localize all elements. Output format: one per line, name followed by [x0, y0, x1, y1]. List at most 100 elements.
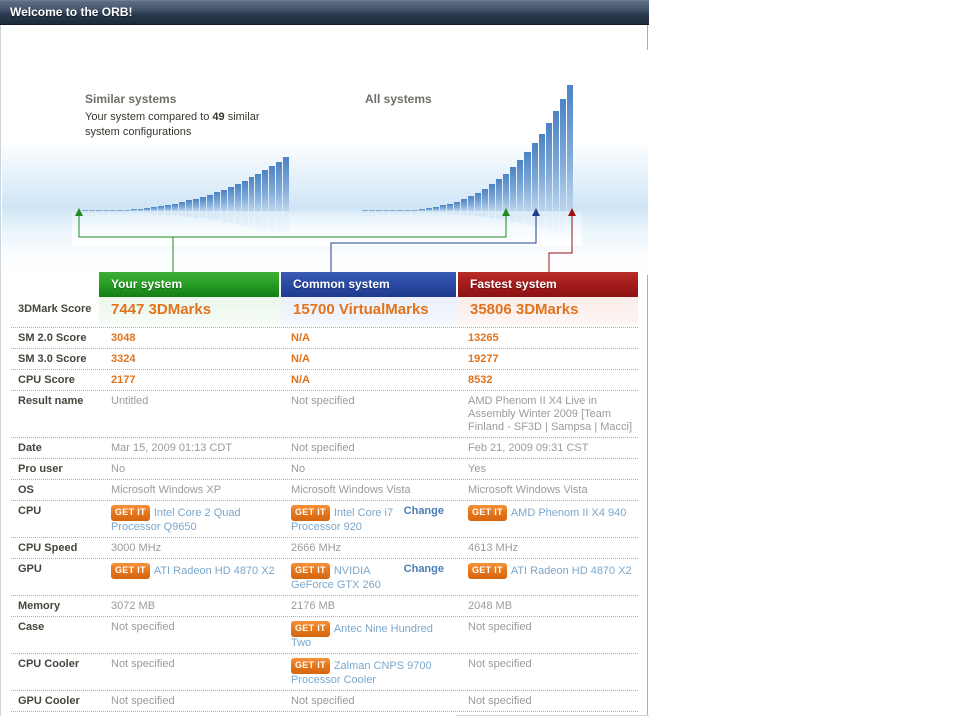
score-value: 19277: [468, 353, 499, 365]
get-it-badge[interactable]: GET IT: [291, 505, 330, 521]
distribution-bar: [404, 210, 411, 211]
row-label: SM 2.0 Score: [18, 332, 87, 344]
get-it-badge[interactable]: GET IT: [468, 563, 507, 579]
cell-your: 3072 MB: [99, 596, 281, 616]
distribution-bar: [206, 195, 213, 211]
score-value: 13265: [468, 332, 499, 344]
window-titlebar: Welcome to the ORB!: [0, 0, 649, 25]
value-text: 4613 MHz: [468, 542, 519, 554]
product-link[interactable]: ATI Radeon HD 4870 X2: [511, 565, 632, 577]
distribution-bar: [383, 210, 390, 211]
value-text: 3072 MB: [111, 600, 156, 612]
cell-common: 2176 MB: [281, 596, 458, 616]
distribution-bar: [482, 189, 489, 211]
distribution-bar: [234, 184, 241, 211]
row-label: Case cooler: [11, 712, 99, 716]
table-row: SM 2.0 Score 3048 N/A 13265: [11, 328, 638, 349]
distribution-bar: [213, 192, 220, 211]
value-text: Microsoft Windows Vista: [291, 484, 411, 496]
row-label: CPU Speed: [18, 542, 78, 554]
distribution-bar: [411, 210, 418, 211]
table-row: Date Mar 15, 2009 01:13 CDT Not specified F…: [11, 438, 638, 459]
page-title: Welcome to the ORB!: [10, 5, 133, 19]
orb-welcome-page: Welcome to the ORB! Similar systems Your…: [0, 0, 960, 716]
table-row: OS Microsoft Windows XP Microsoft Windows …: [11, 480, 638, 501]
table-row: GPU Cooler Not specified Not specified Not …: [11, 691, 638, 712]
value-text: 2048 MB: [468, 600, 513, 612]
distribution-bar: [116, 210, 123, 211]
distribution-charts: Similar systems Your system compared to …: [2, 50, 648, 275]
cell-your: 7447 3DMarks: [99, 297, 281, 327]
distribution-bar: [362, 210, 369, 211]
value-text: Yes: [468, 463, 486, 475]
change-link[interactable]: Change: [404, 563, 444, 576]
distribution-bar: [227, 187, 234, 211]
row-label: Pro user: [18, 463, 63, 475]
get-it-badge[interactable]: GET IT: [291, 621, 330, 637]
get-it-badge[interactable]: GET IT: [111, 563, 150, 579]
distribution-bar: [369, 210, 376, 211]
distribution-bar: [538, 134, 545, 211]
similar-systems-heading: Similar systems: [85, 92, 177, 106]
cell-fastest: Feb 21, 2009 09:31 CST: [458, 438, 638, 458]
table-row: CPU Speed 3000 MHz 2666 MHz 4613 MHz: [11, 538, 638, 559]
table-row: SM 3.0 Score 3324 N/A 19277: [11, 349, 638, 370]
change-link[interactable]: Change: [404, 505, 444, 518]
cell-your: Not specified: [99, 654, 281, 690]
row-label: CPU: [18, 505, 42, 517]
distribution-bar: [220, 190, 227, 211]
cell-common: Microsoft Windows Vista: [281, 480, 458, 500]
value-text: Not specified: [468, 658, 532, 670]
cell-common: Not specified: [281, 438, 458, 458]
row-label: SM 3.0 Score: [18, 353, 87, 365]
distribution-bar: [503, 174, 510, 211]
get-it-badge[interactable]: GET IT: [291, 563, 330, 579]
cell-fastest: Not specified: [458, 617, 638, 653]
column-header-your-system: Your system: [99, 272, 279, 297]
product-link[interactable]: ATI Radeon HD 4870 X2: [154, 565, 275, 577]
table-row: Memory 3072 MB 2176 MB 2048 MB: [11, 596, 638, 617]
cell-fastest: Yes: [458, 459, 638, 479]
table-row: CPU Score 2177 N/A 8532: [11, 370, 638, 391]
score-value: 7447 3DMarks: [111, 301, 212, 318]
table-row: CPU Cooler Not specified GET IT Zalman CNPS…: [11, 654, 638, 691]
distribution-bar: [524, 152, 531, 211]
table-row: Case Not specified GET IT Antec Nine Hundre…: [11, 617, 638, 654]
cell-common: GET IT Zalman CNPS 9700 Processor Cooler: [281, 654, 458, 690]
cell-your: 2177: [99, 370, 281, 390]
cell-common: Not specified: [281, 691, 458, 711]
get-it-badge[interactable]: GET IT: [468, 505, 507, 521]
cell-common: N/A: [281, 349, 458, 369]
row-label: Result name: [18, 395, 84, 407]
row-label: Case: [18, 621, 45, 633]
distribution-bar: [179, 202, 186, 211]
distribution-bar: [95, 210, 102, 211]
product-link[interactable]: AMD Phenom II X4 940: [511, 507, 627, 519]
value-text: 2176 MB: [291, 600, 336, 612]
cell-fastest: GET IT ATI Radeon HD 4870 X2: [458, 559, 638, 595]
distribution-bar: [397, 210, 404, 211]
value-text: No: [291, 463, 306, 475]
cell-your: GET IT ATI Radeon HD 4870 X2: [99, 559, 281, 595]
cell-your: Mar 15, 2009 01:13 CDT: [99, 438, 281, 458]
value-text: Feb 21, 2009 09:31 CST: [468, 442, 589, 454]
distribution-bar: [241, 181, 248, 211]
score-value: 3048: [111, 332, 136, 344]
row-label: CPU Cooler: [18, 658, 80, 670]
cell-your: 3000 MHz: [99, 538, 281, 558]
cell-fastest: Not specified: [458, 654, 638, 690]
cell-common: Change GET IT NVIDIA GeForce GTX 260: [281, 559, 458, 595]
get-it-badge[interactable]: GET IT: [111, 505, 150, 521]
score-value: 8532: [468, 374, 493, 386]
table-row: Pro user No No Yes: [11, 459, 638, 480]
cell-fastest: 2048 MB: [458, 596, 638, 616]
cell-fastest: 13265: [458, 328, 638, 348]
row-label: CPU Score: [18, 374, 75, 386]
distribution-bar: [453, 202, 460, 211]
cell-common: Change GET IT Intel Core i7 Processor 920: [281, 501, 458, 537]
distribution-bar: [165, 205, 172, 211]
score-value: 35806 3DMarks: [470, 301, 579, 318]
get-it-badge[interactable]: GET IT: [291, 658, 330, 674]
distribution-bar: [418, 209, 425, 211]
distribution-bar: [566, 85, 573, 211]
